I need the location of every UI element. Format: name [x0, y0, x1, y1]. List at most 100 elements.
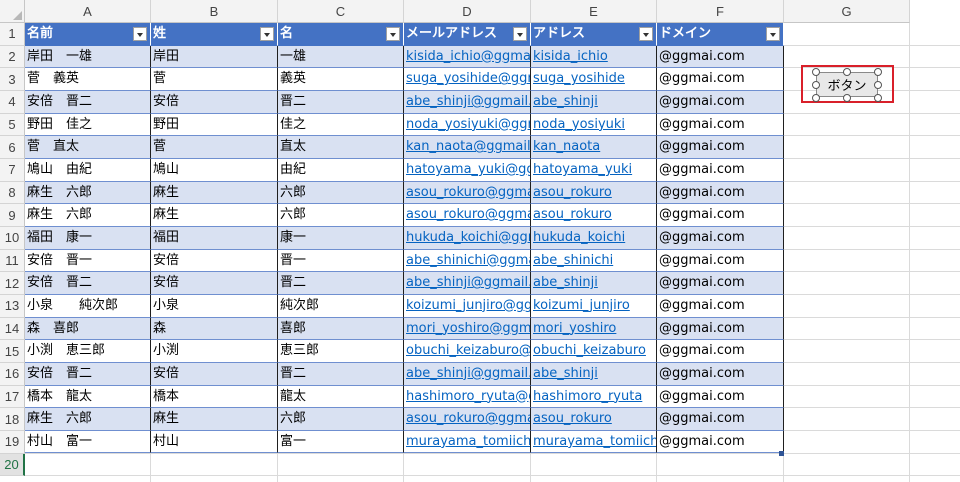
filter-dropdown-icon[interactable]	[639, 27, 653, 41]
table-cell[interactable]: @ggmai.com	[657, 430, 784, 454]
table-cell[interactable]: 小渕	[151, 340, 278, 363]
table-cell[interactable]: 鳩山	[151, 158, 278, 182]
table-cell[interactable]: 野田 佳之	[25, 113, 151, 137]
table-cell[interactable]: @ggmai.com	[657, 136, 784, 159]
row-header-4[interactable]: 4	[0, 90, 25, 114]
table-cell[interactable]: asou_rokuro@ggma	[404, 408, 531, 431]
hyperlink[interactable]: asou_rokuro@ggma	[406, 411, 530, 426]
hyperlink[interactable]: hukuda_koichi@ggm	[406, 230, 530, 245]
table-cell[interactable]: 義英	[278, 68, 404, 91]
table-cell[interactable]: noda_yosiyuki@ggm	[404, 113, 531, 137]
table-cell[interactable]: @ggmai.com	[657, 362, 784, 386]
table-cell[interactable]: abe_shinji	[531, 272, 657, 295]
row-header-3[interactable]: 3	[0, 68, 25, 91]
hyperlink[interactable]: kisida_ichio	[533, 49, 608, 64]
row-header-10[interactable]: 10	[0, 226, 25, 250]
table-header-cell[interactable]: メールアドレス	[404, 23, 531, 46]
table-cell[interactable]: @ggmai.com	[657, 385, 784, 409]
hyperlink[interactable]: hukuda_koichi	[533, 230, 625, 245]
table-cell[interactable]: 安倍	[151, 272, 278, 295]
table-cell[interactable]: suga_yosihide@ggm	[404, 68, 531, 91]
table-cell[interactable]: 晋一	[278, 249, 404, 273]
row-header-14[interactable]: 14	[0, 317, 25, 341]
table-cell[interactable]: 菅	[151, 68, 278, 91]
row-header-8[interactable]: 8	[0, 181, 25, 205]
selection-handle-top[interactable]	[843, 68, 851, 76]
table-cell[interactable]: 安倍 晋二	[25, 90, 151, 114]
table-cell[interactable]: @ggmai.com	[657, 158, 784, 182]
row-header-13[interactable]: 13	[0, 294, 25, 318]
hyperlink[interactable]: abe_shinji@ggmail.c	[406, 94, 530, 109]
hyperlink[interactable]: abe_shinji@ggmail.c	[406, 366, 530, 381]
table-cell[interactable]: 村山 富一	[25, 430, 151, 454]
hyperlink[interactable]: obuchi_keizaburo@g	[406, 343, 530, 358]
hyperlink[interactable]: asou_rokuro@ggma	[406, 207, 530, 222]
table-cell[interactable]: 麻生	[151, 204, 278, 227]
table-cell[interactable]: hashimoro_ryuta	[531, 385, 657, 409]
table-cell[interactable]: abe_shinji@ggmail.c	[404, 362, 531, 386]
table-cell[interactable]: 菅 義英	[25, 68, 151, 91]
table-cell[interactable]: @ggmai.com	[657, 181, 784, 205]
hyperlink[interactable]: asou_rokuro	[533, 411, 612, 426]
table-cell[interactable]: 小泉	[151, 294, 278, 318]
table-cell[interactable]: asou_rokuro@ggma	[404, 204, 531, 227]
table-header-cell[interactable]: アドレス	[531, 23, 657, 46]
hyperlink[interactable]: abe_shinji	[533, 94, 598, 109]
table-cell[interactable]: 佳之	[278, 113, 404, 137]
row-header-1[interactable]: 1	[0, 23, 25, 46]
hyperlink[interactable]: abe_shinji	[533, 366, 598, 381]
table-cell[interactable]: 橋本	[151, 385, 278, 409]
row-header-5[interactable]: 5	[0, 113, 25, 137]
table-cell[interactable]: 晋二	[278, 272, 404, 295]
table-cell[interactable]: kisida_ichio@ggmai	[404, 45, 531, 69]
table-cell[interactable]: 麻生 六郎	[25, 181, 151, 205]
table-cell[interactable]: koizumi_junjiro@gg	[404, 294, 531, 318]
table-cell[interactable]: 麻生	[151, 181, 278, 205]
hyperlink[interactable]: kisida_ichio@ggmai	[406, 49, 530, 64]
table-cell[interactable]: 安倍 晋二	[25, 272, 151, 295]
hyperlink[interactable]: koizumi_junjiro	[533, 298, 630, 313]
table-resize-handle[interactable]	[779, 451, 784, 456]
table-cell[interactable]: @ggmai.com	[657, 113, 784, 137]
table-cell[interactable]: obuchi_keizaburo@g	[404, 340, 531, 363]
column-header-c[interactable]: C	[278, 0, 404, 23]
selection-handle-bottom-left[interactable]	[812, 94, 820, 102]
table-cell[interactable]: 六郎	[278, 204, 404, 227]
row-header-11[interactable]: 11	[0, 249, 25, 273]
table-cell[interactable]: kisida_ichio	[531, 45, 657, 69]
table-cell[interactable]: abe_shinji@ggmail.c	[404, 272, 531, 295]
row-header-7[interactable]: 7	[0, 158, 25, 182]
table-cell[interactable]: hashimoro_ryuta@g	[404, 385, 531, 409]
table-cell[interactable]: @ggmai.com	[657, 45, 784, 69]
hyperlink[interactable]: koizumi_junjiro@gg	[406, 298, 530, 313]
table-cell[interactable]: 小渕 恵三郎	[25, 340, 151, 363]
table-cell[interactable]: 麻生	[151, 408, 278, 431]
selection-handle-bottom[interactable]	[843, 94, 851, 102]
row-header-16[interactable]: 16	[0, 362, 25, 386]
filter-dropdown-icon[interactable]	[133, 27, 147, 41]
row-header-18[interactable]: 18	[0, 408, 25, 431]
filter-dropdown-icon[interactable]	[386, 27, 400, 41]
hyperlink[interactable]: abe_shinji@ggmail.c	[406, 275, 530, 290]
table-cell[interactable]: 安倍	[151, 90, 278, 114]
table-cell[interactable]: asou_rokuro	[531, 408, 657, 431]
table-cell[interactable]: murayama_tomiichi	[404, 430, 531, 454]
table-cell[interactable]: suga_yosihide	[531, 68, 657, 91]
table-cell[interactable]: hatoyama_yuki	[531, 158, 657, 182]
hyperlink[interactable]: asou_rokuro	[533, 207, 612, 222]
table-cell[interactable]: 森	[151, 317, 278, 341]
hyperlink[interactable]: abe_shinji	[533, 275, 598, 290]
table-cell[interactable]: obuchi_keizaburo	[531, 340, 657, 363]
row-header-17[interactable]: 17	[0, 385, 25, 409]
table-cell[interactable]: abe_shinichi	[531, 249, 657, 273]
row-header-12[interactable]: 12	[0, 272, 25, 295]
table-cell[interactable]: @ggmai.com	[657, 226, 784, 250]
hyperlink[interactable]: abe_shinichi@ggma	[406, 253, 530, 268]
select-all-corner[interactable]	[0, 0, 25, 23]
table-cell[interactable]: 恵三郎	[278, 340, 404, 363]
table-cell[interactable]: @ggmai.com	[657, 249, 784, 273]
table-cell[interactable]: mori_yoshiro@ggma	[404, 317, 531, 341]
selection-handle-right[interactable]	[874, 81, 882, 89]
hyperlink[interactable]: asou_rokuro@ggma	[406, 185, 530, 200]
table-header-cell[interactable]: 名前	[25, 23, 151, 46]
